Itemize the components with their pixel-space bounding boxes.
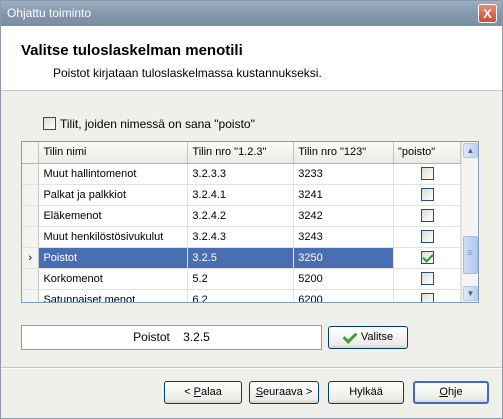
cell-nro[interactable]: 3241 xyxy=(293,184,395,206)
valitse-button[interactable]: Valitse xyxy=(328,326,408,349)
poisto-filter[interactable]: Tilit, joiden nimessä on sana "poisto" xyxy=(43,116,255,132)
help-button[interactable]: Ohje xyxy=(413,381,489,404)
cancel-button[interactable]: Hylkää xyxy=(328,381,404,404)
cell-nro-dot[interactable]: 3.2.3.3 xyxy=(187,163,295,185)
back-button-label: alaa xyxy=(201,386,222,398)
cell-nro[interactable]: 5200 xyxy=(293,268,395,290)
poisto-checkbox[interactable] xyxy=(420,167,434,180)
cell-name[interactable]: Eläkemenot xyxy=(38,205,189,227)
row-header[interactable] xyxy=(22,205,40,227)
cell-nro-dot[interactable]: 3.2.4.1 xyxy=(187,184,295,206)
cell-poisto[interactable] xyxy=(393,226,461,248)
cell-name[interactable]: Korkomenot xyxy=(38,268,189,290)
poisto-checkbox[interactable] xyxy=(420,230,434,243)
back-button-mnemonic: P xyxy=(193,386,202,398)
row-header-corner xyxy=(22,142,40,164)
wizard-window: Ohjattu toiminto X Valitse tuloslaskelma… xyxy=(0,0,503,419)
help-button-mnemonic: O xyxy=(439,386,448,398)
poisto-checkbox[interactable] xyxy=(420,251,434,264)
cell-nro[interactable]: 6200 xyxy=(293,289,395,302)
cell-name[interactable]: Poistot xyxy=(38,247,189,269)
cell-name[interactable]: Muut hallintomenot xyxy=(38,163,189,185)
cell-name[interactable]: Muut henkilöstösivukulut xyxy=(38,226,189,248)
cell-poisto[interactable] xyxy=(393,163,461,185)
cell-nro[interactable]: 3250 xyxy=(293,247,395,269)
back-button-prefix: < xyxy=(184,386,194,398)
title-bar: Ohjattu toiminto X xyxy=(1,1,502,26)
cell-name[interactable]: Palkat ja palkkiot xyxy=(38,184,189,206)
window-title: Ohjattu toiminto xyxy=(7,6,92,20)
cell-name[interactable]: Satunnaiset menot xyxy=(38,289,189,302)
poisto-filter-checkbox[interactable] xyxy=(43,117,56,131)
poisto-checkbox[interactable] xyxy=(420,188,434,201)
account-grid[interactable]: Tilin nimi Tilin nro "1.2.3" Tilin nro "… xyxy=(21,141,479,303)
row-header[interactable] xyxy=(22,163,40,185)
poisto-checkbox[interactable] xyxy=(420,272,434,285)
column-header-poisto[interactable]: "poisto" xyxy=(393,142,461,164)
scroll-thumb[interactable] xyxy=(463,236,478,274)
wizard-header: Valitse tuloslaskelman menotili Poistot … xyxy=(1,26,502,91)
column-header-nro[interactable]: Tilin nro "123" xyxy=(293,142,395,164)
next-button[interactable]: Seuraava > xyxy=(249,381,319,404)
page-title: Valitse tuloslaskelman menotili xyxy=(21,42,243,59)
table-row[interactable]: Muut henkilöstösivukulut 3.2.4.3 3243 xyxy=(22,226,461,248)
help-button-label: hje xyxy=(447,386,463,398)
next-button-label: euraava > xyxy=(263,386,313,398)
column-header-nro-dot[interactable]: Tilin nro "1.2.3" xyxy=(187,142,295,164)
row-header[interactable] xyxy=(22,289,40,302)
close-button[interactable]: X xyxy=(478,4,497,23)
selected-account-display: Poistot 3.2.5 xyxy=(21,325,322,350)
footer-separator xyxy=(1,367,502,369)
poisto-checkbox[interactable] xyxy=(420,209,434,222)
cell-nro[interactable]: 3242 xyxy=(293,205,395,227)
table-row[interactable]: Satunnaiset menot 6.2 6200 xyxy=(22,289,461,302)
table-row[interactable]: Eläkemenot 3.2.4.2 3242 xyxy=(22,205,461,227)
back-button[interactable]: < Palaa xyxy=(164,381,242,404)
table-row[interactable]: Muut hallintomenot 3.2.3.3 3233 xyxy=(22,163,461,185)
cell-poisto[interactable] xyxy=(393,247,461,269)
table-row[interactable]: Korkomenot 5.2 5200 xyxy=(22,268,461,290)
cell-poisto[interactable] xyxy=(393,268,461,290)
scroll-up-button[interactable]: ▲ xyxy=(463,143,478,158)
row-header[interactable]: › xyxy=(22,247,40,269)
row-header[interactable] xyxy=(22,268,40,290)
valitse-label: Valitse xyxy=(360,331,394,343)
row-header[interactable] xyxy=(22,184,40,206)
check-icon xyxy=(343,331,355,343)
cell-nro-dot[interactable]: 3.2.4.3 xyxy=(187,226,295,248)
cell-poisto[interactable] xyxy=(393,184,461,206)
cell-poisto[interactable] xyxy=(393,205,461,227)
row-header[interactable] xyxy=(22,226,40,248)
cell-nro-dot[interactable]: 3.2.5 xyxy=(187,247,295,269)
grid-vertical-scrollbar[interactable]: ▲ ▼ xyxy=(461,142,478,302)
poisto-filter-label[interactable]: Tilit, joiden nimessä on sana "poisto" xyxy=(60,117,255,131)
poisto-checkbox[interactable] xyxy=(420,293,434,302)
table-row[interactable]: Palkat ja palkkiot 3.2.4.1 3241 xyxy=(22,184,461,206)
scroll-down-button[interactable]: ▼ xyxy=(463,286,478,301)
cell-nro-dot[interactable]: 5.2 xyxy=(187,268,295,290)
next-button-mnemonic: S xyxy=(255,386,264,398)
cell-nro-dot[interactable]: 6.2 xyxy=(187,289,295,302)
column-header-name[interactable]: Tilin nimi xyxy=(38,142,189,164)
page-subtitle: Poistot kirjataan tuloslaskelmassa kusta… xyxy=(53,66,322,80)
table-row[interactable]: › Poistot 3.2.5 3250 xyxy=(22,247,461,269)
grid-header-row: Tilin nimi Tilin nro "1.2.3" Tilin nro "… xyxy=(22,142,461,164)
cell-nro-dot[interactable]: 3.2.4.2 xyxy=(187,205,295,227)
cell-nro[interactable]: 3243 xyxy=(293,226,395,248)
cell-poisto[interactable] xyxy=(393,289,461,302)
cell-nro[interactable]: 3233 xyxy=(293,163,395,185)
